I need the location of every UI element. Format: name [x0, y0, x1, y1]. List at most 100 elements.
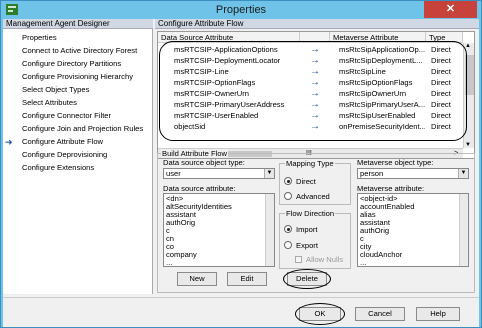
export-radio[interactable] [284, 241, 292, 249]
nav-header: Management Agent Designer [3, 19, 153, 29]
nav-item-label: Select Attributes [22, 98, 77, 107]
ok-button[interactable]: OK [299, 307, 341, 321]
grid-vertical-scrollbar[interactable]: ▲ ▼ [463, 43, 474, 148]
nav-item-label: Select Object Types [22, 85, 90, 94]
ds-object-type-value: user [166, 169, 181, 178]
mapping-type-label: Mapping Type [285, 159, 335, 168]
ds-object-type-label: Data source object type: [163, 158, 245, 167]
row-7-metaverse[interactable]: onPremiseSecurityIdent... [339, 122, 425, 132]
row-5-type[interactable]: Direct [431, 100, 463, 110]
column-header-arrow[interactable] [300, 32, 330, 43]
list-item[interactable]: authOrig [360, 227, 389, 235]
nav-item-connector-filter[interactable]: Configure Connector Filter [3, 110, 153, 122]
ds-object-type-select[interactable]: user ▼ [163, 168, 275, 179]
row-2-source[interactable]: msRTCSIP-Line [174, 67, 300, 77]
mv-object-type-label: Metaverse object type: [357, 158, 434, 167]
close-button[interactable]: ✕ [424, 1, 477, 18]
list-scrollbar[interactable] [459, 194, 468, 266]
row-4-source[interactable]: msRTCSIP-OwnerUrn [174, 89, 300, 99]
ds-attribute-list[interactable]: <dn> altSecurityIdentities assistant aut… [163, 193, 275, 267]
row-0-metaverse[interactable]: msRtcSipApplicationOp... [339, 45, 425, 55]
chevron-down-icon[interactable]: ▼ [264, 169, 274, 178]
row-4-metaverse[interactable]: msRtcSipOwnerUrn [339, 89, 425, 99]
flow-arrow-icon: → [310, 88, 320, 99]
nav-item-label: Configure Directory Partitions [22, 59, 122, 68]
nav-item-label: Configure Attribute Flow [22, 137, 104, 146]
scroll-thumb[interactable] [465, 55, 474, 95]
allow-nulls-checkbox[interactable] [295, 256, 302, 263]
row-2-metaverse[interactable]: msRtcSipLine [339, 67, 425, 77]
row-2-type[interactable]: Direct [431, 67, 463, 77]
nav-item-label: Configure Connector Filter [22, 111, 112, 120]
row-6-source[interactable]: msRTCSIP-UserEnabled [174, 111, 300, 121]
panel-header: Configure Attribute Flow [155, 19, 479, 29]
mv-attribute-list[interactable]: <object-id> accountEnabled alias assista… [357, 193, 469, 267]
row-7-source[interactable]: objectSid [174, 122, 300, 132]
row-4-type[interactable]: Direct [431, 89, 463, 99]
advanced-label[interactable]: Advanced [296, 192, 330, 201]
chevron-down-icon[interactable]: ▼ [458, 169, 468, 178]
import-radio[interactable] [284, 225, 292, 233]
edit-button[interactable]: Edit [227, 272, 267, 286]
nav-item-extensions[interactable]: Configure Extensions [3, 162, 153, 174]
nav-item-label: Configure Join and Projection Rules [22, 124, 144, 133]
list-scrollbar[interactable] [265, 194, 274, 266]
selected-arrow-icon: ➜ [5, 137, 13, 147]
row-7-type[interactable]: Direct [431, 122, 463, 132]
row-1-metaverse[interactable]: msRtcSipDeploymentL... [339, 56, 425, 66]
row-5-source[interactable]: msRTCSIP-PrimaryUserAddress [174, 100, 300, 110]
row-0-type[interactable]: Direct [431, 45, 463, 55]
dialog-footer: OK Cancel Help [3, 297, 479, 327]
nav-item-object-types[interactable]: Select Object Types [3, 84, 153, 96]
new-button[interactable]: New [177, 272, 217, 286]
row-6-metaverse[interactable]: msRtcSipUserEnabled [339, 111, 425, 121]
nav-item-properties[interactable]: Properties [3, 32, 153, 44]
nav-item-label: Configure Provisioning Hierarchy [22, 72, 134, 81]
nav-item-label: Configure Extensions [22, 163, 95, 172]
scroll-up-icon[interactable]: ▲ [465, 43, 471, 49]
nav-item-join-projection[interactable]: Configure Join and Projection Rules [3, 123, 153, 135]
nav-item-directory-partitions[interactable]: Configure Directory Partitions [3, 58, 153, 70]
import-label[interactable]: Import [296, 225, 318, 234]
delete-button[interactable]: Delete [287, 272, 327, 286]
flow-direction-label: Flow Direction [285, 209, 336, 218]
nav-item-label: Connect to Active Directory Forest [22, 46, 138, 55]
row-1-source[interactable]: msRTCSIP-DeploymentLocator [174, 56, 300, 66]
row-5-metaverse[interactable]: msRtcSipPrimaryUserA... [339, 100, 425, 110]
list-item[interactable]: authOrig [166, 219, 195, 227]
list-item[interactable]: cloudAnchor [360, 251, 402, 259]
help-button[interactable]: Help [416, 307, 460, 321]
build-attribute-flow-label: Build Attribute Flow [161, 149, 228, 158]
window-title: Properties [215, 4, 267, 16]
column-header-type[interactable]: Type [426, 32, 463, 43]
direct-label[interactable]: Direct [296, 177, 316, 186]
mv-attribute-label: Metaverse attribute: [357, 184, 425, 193]
list-item[interactable]: ... [360, 259, 366, 267]
scroll-down-icon[interactable]: ▼ [465, 142, 471, 148]
cancel-button[interactable]: Cancel [355, 307, 405, 321]
row-3-metaverse[interactable]: msRtcSipOptionFlags [339, 78, 425, 88]
nav-item-provisioning-hierarchy[interactable]: Configure Provisioning Hierarchy [3, 71, 153, 83]
nav-item-attribute-flow[interactable]: ➜ Configure Attribute Flow [3, 136, 153, 148]
nav-item-connect-forest[interactable]: Connect to Active Directory Forest [3, 45, 153, 57]
row-3-source[interactable]: msRTCSIP-OptionFlags [174, 78, 300, 88]
flow-arrow-icon: → [310, 77, 320, 88]
advanced-radio[interactable] [284, 192, 292, 200]
nav-item-select-attributes[interactable]: Select Attributes [3, 97, 153, 109]
attribute-flow-grid[interactable]: Data Source Attribute Metaverse Attribut… [157, 31, 475, 159]
row-1-type[interactable]: Direct [431, 56, 463, 66]
row-0-source[interactable]: msRTCSIP-ApplicationOptions [174, 45, 300, 55]
column-header-data-source[interactable]: Data Source Attribute [158, 32, 300, 43]
export-label[interactable]: Export [296, 241, 318, 250]
row-3-type[interactable]: Direct [431, 78, 463, 88]
flow-arrow-icon: → [310, 121, 320, 132]
list-item[interactable]: ... [166, 259, 172, 267]
mv-object-type-select[interactable]: person ▼ [357, 168, 469, 179]
column-header-metaverse[interactable]: Metaverse Attribute [330, 32, 426, 43]
designer-nav: Management Agent Designer Properties Con… [3, 19, 153, 294]
allow-nulls-label[interactable]: Allow Nulls [306, 255, 343, 264]
nav-item-deprovisioning[interactable]: Configure Deprovisioning [3, 149, 153, 161]
direct-radio[interactable] [284, 177, 292, 185]
title-bar[interactable]: Properties ✕ [1, 1, 481, 19]
row-6-type[interactable]: Direct [431, 111, 463, 121]
